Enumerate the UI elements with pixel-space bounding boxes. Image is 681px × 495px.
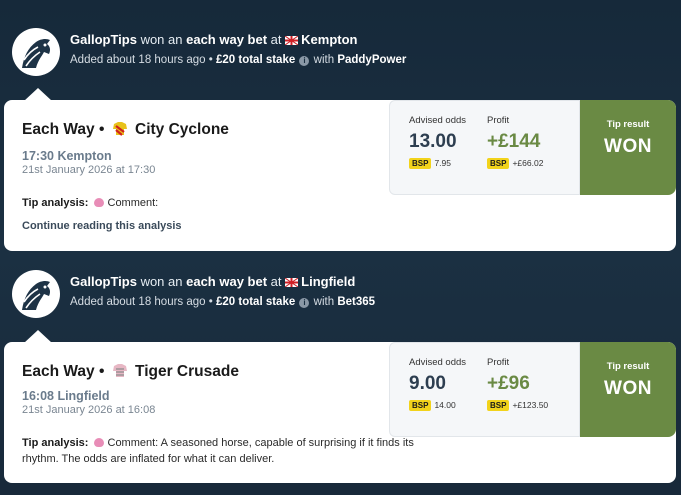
bsp-badge: BSP	[409, 400, 432, 411]
tip-result-label: Tip result	[606, 361, 650, 372]
jockey-silk-icon	[112, 364, 127, 377]
course-link[interactable]: Lingfield	[301, 274, 355, 289]
profit: Profit +£144 BSP +£66.02	[487, 115, 543, 169]
analysis-label: Tip analysis:	[22, 197, 89, 209]
info-icon[interactable]: i	[299, 298, 310, 308]
header-meta: Added about 18 hours ago • £20 total sta…	[70, 54, 406, 66]
uk-flag-icon	[285, 278, 299, 287]
tip-result-panel: Tip result WON	[580, 100, 676, 195]
bet-title: Each Way • City Cyclone	[22, 120, 229, 139]
tip-result-label: Tip result	[606, 119, 650, 130]
odds-panel: Advised odds 13.00 BSP 7.95 Profit +£144 …	[389, 100, 580, 195]
advised-odds: Advised odds 9.00 BSP 14.00	[409, 357, 466, 411]
bsp-odds-value: 7.95	[434, 158, 451, 168]
bet-kind: each way bet	[186, 32, 268, 47]
bsp-badge: BSP	[487, 158, 510, 169]
meta-text: with	[313, 296, 335, 308]
race-date: 21st January 2026 at 17:30	[22, 164, 156, 176]
bsp-profit-value: +£66.02	[512, 158, 544, 168]
total-stake: £20 total stake	[215, 296, 296, 308]
brain-icon	[93, 198, 104, 207]
horse-name[interactable]: City Cyclone	[135, 121, 229, 138]
bsp-badge: BSP	[487, 400, 510, 411]
odds-panel: Advised odds 9.00 BSP 14.00 Profit +£96 B…	[389, 342, 580, 437]
uk-flag-icon	[285, 36, 299, 45]
profit-label: Profit	[487, 357, 510, 368]
avatar[interactable]	[12, 28, 60, 76]
analysis-comment: Comment:	[107, 197, 159, 209]
tip-result-panel: Tip result WON	[580, 342, 676, 437]
profit-value: +£144	[487, 131, 541, 152]
advised-odds-value: 9.00	[409, 373, 446, 394]
horse-head-logo-icon	[22, 280, 51, 310]
advised-odds-label: Advised odds	[409, 357, 467, 368]
horse-head-logo-icon	[22, 38, 51, 68]
card-notch	[24, 330, 52, 343]
meta-text: with	[313, 54, 335, 66]
bet-type: Each Way •	[22, 121, 105, 138]
course-link[interactable]: Kempton	[301, 32, 357, 47]
advised-odds-label: Advised odds	[409, 115, 467, 126]
username-link[interactable]: GallopTips	[70, 274, 137, 289]
profit: Profit +£96 BSP +£123.50	[487, 357, 548, 411]
tip-result-value: WON	[604, 136, 652, 157]
card-notch	[24, 88, 52, 101]
feed-item-header: GallopTips won an each way bet at Lingfi…	[12, 270, 672, 326]
bookmaker-link[interactable]: Bet365	[337, 296, 375, 308]
avatar[interactable]	[12, 270, 60, 318]
race-time-course[interactable]: 16:08 Lingfield	[22, 389, 110, 403]
tip-analysis: Tip analysis: Comment: A seasoned horse,…	[22, 435, 442, 467]
advised-odds: Advised odds 13.00 BSP 7.95	[409, 115, 466, 169]
total-stake: £20 total stake	[215, 54, 296, 66]
profit-value: +£96	[487, 373, 530, 394]
bet-title: Each Way • Tiger Crusade	[22, 362, 239, 381]
added-time: Added about 18 hours ago •	[70, 54, 213, 66]
continue-reading-link[interactable]: Continue reading this analysis	[22, 220, 182, 232]
bsp-odds-value: 14.00	[434, 400, 456, 410]
tip-analysis: Tip analysis: Comment:	[22, 195, 442, 211]
race-time-course[interactable]: 17:30 Kempton	[22, 149, 112, 163]
bsp-badge: BSP	[409, 158, 432, 169]
bsp-profit-value: +£123.50	[512, 400, 549, 410]
headline-text: at	[270, 32, 282, 47]
profit-label: Profit	[487, 115, 510, 126]
tip-card: Each Way • Tiger Crusade 16:08 Lingfield…	[4, 330, 676, 483]
bookmaker-link[interactable]: PaddyPower	[337, 54, 406, 66]
brain-icon	[93, 438, 104, 447]
headline-text: won an	[140, 274, 183, 289]
header-meta: Added about 18 hours ago • £20 total sta…	[70, 296, 375, 308]
feed-item-header: GallopTips won an each way bet at Kempto…	[12, 28, 672, 84]
race-date: 21st January 2026 at 16:08	[22, 404, 156, 416]
horse-name[interactable]: Tiger Crusade	[135, 363, 239, 380]
jockey-silk-icon	[112, 122, 127, 136]
tip-result-value: WON	[604, 378, 652, 399]
header-headline: GallopTips won an each way bet at Lingfi…	[70, 274, 355, 289]
advised-odds-value: 13.00	[409, 131, 457, 152]
bet-type: Each Way •	[22, 363, 105, 380]
analysis-label: Tip analysis:	[22, 437, 89, 449]
tip-card: Each Way • City Cyclone 17:30 Kempton 21…	[4, 88, 676, 251]
headline-text: won an	[140, 32, 183, 47]
headline-text: at	[270, 274, 282, 289]
header-headline: GallopTips won an each way bet at Kempto…	[70, 32, 357, 47]
bet-kind: each way bet	[186, 274, 268, 289]
info-icon[interactable]: i	[299, 56, 310, 66]
username-link[interactable]: GallopTips	[70, 32, 137, 47]
added-time: Added about 18 hours ago •	[70, 296, 213, 308]
